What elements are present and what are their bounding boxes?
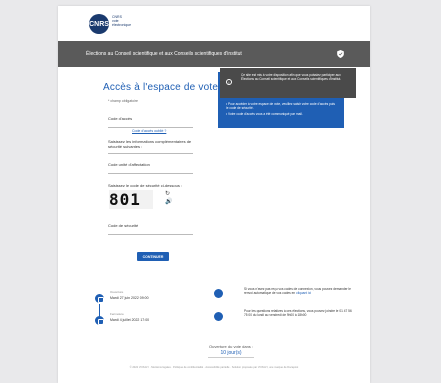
forgot-code-link[interactable]: Code d'accès oublié ? [132, 129, 166, 133]
info-bullets: Pour accéder à votre espace de vote, veu… [226, 102, 338, 118]
countdown-value: 10 jour(s) [220, 350, 242, 356]
logo-text: CNRS vote électronique [112, 15, 131, 27]
phone-help: Pour les questions relatives à ces élect… [244, 309, 352, 318]
cnrs-logo: CNRS [89, 14, 109, 34]
banner-title: Élections au Conseil scientifique et aux… [86, 51, 242, 57]
logo-line-3: électronique [112, 23, 132, 27]
info-bullet: Pour accéder à votre espace de vote, veu… [226, 102, 338, 111]
calendar-icon [95, 294, 104, 303]
phone-icon [214, 312, 223, 321]
resend-codes-link[interactable]: cliquant ici [296, 291, 311, 295]
login-title: Accès à l'espace de vote [103, 82, 219, 93]
security-info-divider [108, 153, 193, 154]
unit-code-label: Code unité d'affectation [108, 162, 150, 167]
captcha-label: Saisissez le code de sécurité ci-dessous… [108, 183, 183, 188]
election-banner: Élections au Conseil scientifique et aux… [58, 41, 370, 67]
unit-code-input[interactable] [108, 173, 193, 174]
open-date-value: Mardi 27 juin 2022 09:00 [110, 296, 149, 300]
access-code-input[interactable] [108, 127, 193, 128]
lost-code-help: Si vous n'avez pas reçu vos codes de con… [244, 287, 356, 295]
required-note: * champ obligatoire [108, 99, 138, 103]
security-code-input[interactable] [108, 234, 193, 235]
calendar-icon [95, 316, 104, 325]
continue-button[interactable]: CONTINUER [137, 252, 169, 261]
security-code-label: Code de sécurité [108, 223, 139, 228]
notice-box: i Ce site est mis à votre disposition af… [220, 68, 356, 98]
security-info-label: Saisissez les informations complémentair… [108, 139, 192, 149]
open-date-label: Ouverture [110, 290, 124, 294]
footer-links[interactable]: © 2022 VOXALY · Mentions légales · Polit… [58, 366, 370, 369]
shield-check-icon [337, 50, 344, 58]
lock-icon [214, 289, 223, 298]
captcha-image: 801 [109, 190, 153, 209]
close-date-label: Fermeture [110, 312, 124, 316]
refresh-captcha-icon[interactable]: ↻ [165, 190, 170, 197]
access-code-label: Code d'accès [108, 116, 133, 121]
countdown-label: Ouverture du vote dans : [208, 344, 254, 349]
close-date-value: Mardi 4 juillet 2022 17:00 [110, 318, 150, 322]
top-header: CNRS CNRS vote électronique [58, 6, 370, 41]
countdown-divider [208, 357, 254, 358]
audio-captcha-icon[interactable]: 🔊 [165, 198, 172, 205]
notice-text: Ce site est mis à votre disposition afin… [241, 73, 342, 82]
info-bullet: Votre code d'accès vous a été communiqué… [226, 112, 338, 116]
info-icon: i [226, 79, 232, 85]
page-container: CNRS CNRS vote électronique Élections au… [58, 6, 370, 383]
